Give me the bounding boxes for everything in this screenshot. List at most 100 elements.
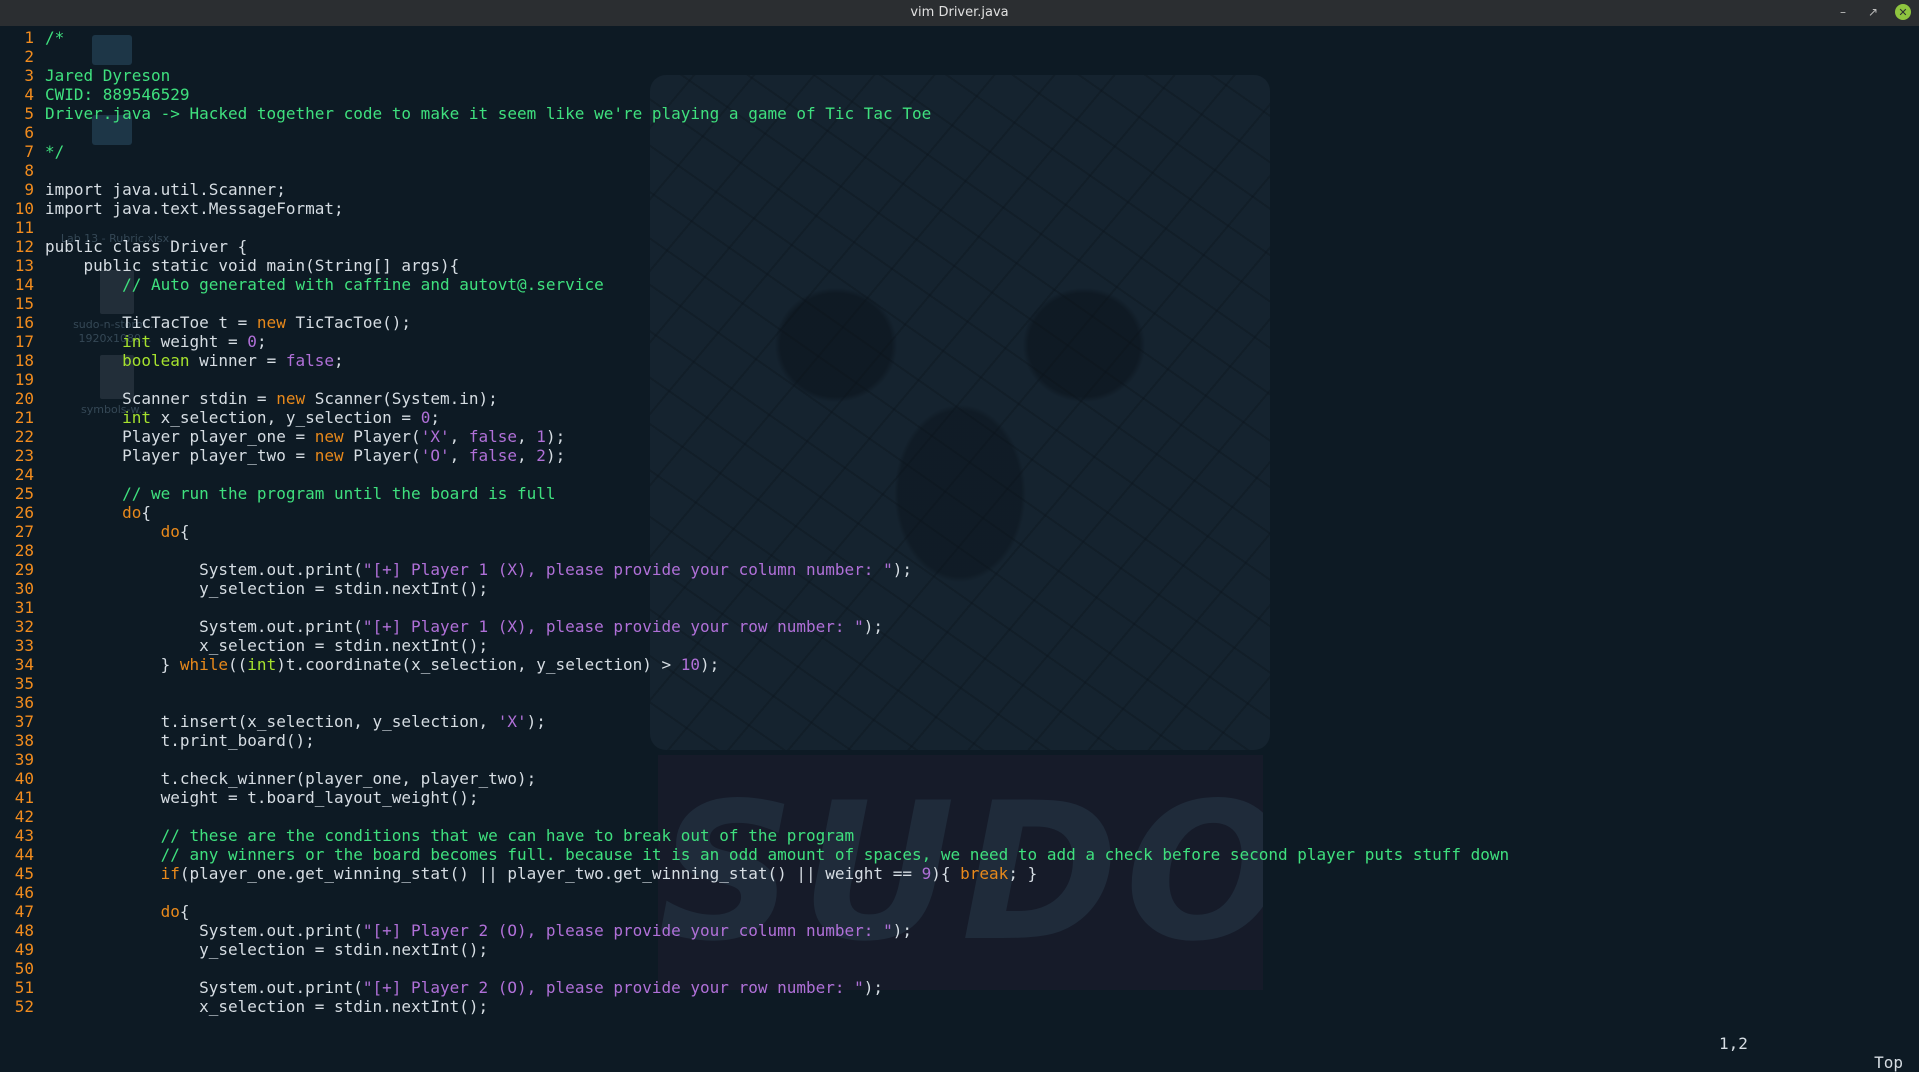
line-number: 2	[24, 47, 34, 66]
code-line[interactable]: 12 public class Driver {	[0, 237, 1919, 256]
code-token: {	[179, 522, 190, 541]
code-line[interactable]: 17 int weight = 0;	[0, 332, 1919, 351]
code-line[interactable]: 10 import java.text.MessageFormat;	[0, 199, 1919, 218]
code-token: ){	[931, 864, 961, 883]
code-line[interactable]: 28	[0, 541, 1919, 560]
code-text: weight = t.board_layout_weight();	[45, 788, 479, 807]
code-text: CWID: 889546529	[45, 85, 190, 104]
code-line[interactable]: 26 do{	[0, 503, 1919, 522]
code-line[interactable]: 39	[0, 750, 1919, 769]
code-text: /*	[45, 28, 64, 47]
code-line[interactable]: 47 do{	[0, 902, 1919, 921]
code-line[interactable]: 38 t.print_board();	[0, 731, 1919, 750]
code-line[interactable]: 8	[0, 161, 1919, 180]
code-token: ;	[334, 351, 344, 370]
code-line[interactable]: 21 int x_selection, y_selection = 0;	[0, 408, 1919, 427]
code-line[interactable]: 35	[0, 674, 1919, 693]
code-line[interactable]: 18 boolean winner = false;	[0, 351, 1919, 370]
code-line[interactable]: 2	[0, 47, 1919, 66]
code-line[interactable]: 1 /*	[0, 28, 1919, 47]
code-token: );	[892, 560, 912, 579]
code-token: x_selection, y_selection =	[150, 408, 421, 427]
line-number: 25	[14, 484, 34, 503]
code-text: public static void main(String[] args){	[45, 256, 460, 275]
code-token: 'X'	[420, 427, 450, 446]
code-token: y_selection = stdin.nextInt();	[45, 579, 489, 598]
code-text: do{	[45, 902, 190, 921]
line-number: 35	[14, 674, 34, 693]
window-title: vim Driver.java	[910, 5, 1009, 20]
code-line[interactable]: 42	[0, 807, 1919, 826]
code-text: Player player_one = new Player('X', fals…	[45, 427, 565, 446]
code-line[interactable]: 32 System.out.print("[+] Player 1 (X), p…	[0, 617, 1919, 636]
code-line[interactable]: 13 public static void main(String[] args…	[0, 256, 1919, 275]
code-line[interactable]: 9 import java.util.Scanner;	[0, 180, 1919, 199]
line-number: 13	[14, 256, 34, 275]
code-line[interactable]: 48 System.out.print("[+] Player 2 (O), p…	[0, 921, 1919, 940]
minimize-icon[interactable]: –	[1835, 4, 1851, 20]
vim-editor-buffer[interactable]: 1/* 2 3 Jared Dyreson 4 CWID: 889546529 5 Drive…	[0, 28, 1919, 1016]
code-token: );	[863, 978, 884, 997]
code-line[interactable]: 7 */	[0, 142, 1919, 161]
code-line[interactable]: 22 Player player_one = new Player('X', f…	[0, 427, 1919, 446]
code-line[interactable]: 19	[0, 370, 1919, 389]
window-titlebar[interactable]: vim Driver.java – ↗ ✕	[0, 0, 1919, 26]
code-line[interactable]: 15	[0, 294, 1919, 313]
code-line[interactable]: 52 x_selection = stdin.nextInt();	[0, 997, 1919, 1016]
code-token: "[+] Player 2 (O), please provide your c…	[362, 921, 893, 940]
line-number: 51	[14, 978, 34, 997]
close-icon[interactable]: ✕	[1895, 4, 1911, 20]
code-line[interactable]: 41 weight = t.board_layout_weight();	[0, 788, 1919, 807]
code-line[interactable]: 33 x_selection = stdin.nextInt();	[0, 636, 1919, 655]
code-token: 0	[420, 408, 431, 427]
code-token: /*	[45, 28, 65, 47]
code-line[interactable]: 30 y_selection = stdin.nextInt();	[0, 579, 1919, 598]
maximize-icon[interactable]: ↗	[1865, 4, 1881, 20]
code-line[interactable]: 49 y_selection = stdin.nextInt();	[0, 940, 1919, 959]
code-line[interactable]: 5 Driver.java -> Hacked together code to …	[0, 104, 1919, 123]
code-line[interactable]: 24	[0, 465, 1919, 484]
code-token: "[+] Player 2 (O), please provide your r…	[362, 978, 864, 997]
code-text: boolean winner = false;	[45, 351, 344, 370]
code-line[interactable]: 51 System.out.print("[+] Player 2 (O), p…	[0, 978, 1919, 997]
line-number: 48	[14, 921, 34, 940]
code-line[interactable]: 44 // any winners or the board becomes f…	[0, 845, 1919, 864]
code-line[interactable]: 45 if(player_one.get_winning_stat() || p…	[0, 864, 1919, 883]
code-line[interactable]: 6	[0, 123, 1919, 142]
code-text: Scanner stdin = new Scanner(System.in);	[45, 389, 498, 408]
code-text: TicTacToe t = new TicTacToe();	[45, 313, 411, 332]
code-token: System.out.print(	[45, 978, 363, 997]
code-line[interactable]: 4 CWID: 889546529	[0, 85, 1919, 104]
code-line[interactable]: 16 TicTacToe t = new TicTacToe();	[0, 313, 1919, 332]
code-line[interactable]: 3 Jared Dyreson	[0, 66, 1919, 85]
code-line[interactable]: 40 t.check_winner(player_one, player_two…	[0, 769, 1919, 788]
code-line[interactable]: 43 // these are the conditions that we c…	[0, 826, 1919, 845]
code-text: do{	[45, 522, 190, 541]
line-number: 28	[14, 541, 34, 560]
code-line[interactable]: 11	[0, 218, 1919, 237]
code-line[interactable]: 34 } while((int)t.coordinate(x_selection…	[0, 655, 1919, 674]
code-line[interactable]: 25 // we run the program until the board…	[0, 484, 1919, 503]
code-line[interactable]: 29 System.out.print("[+] Player 1 (X), p…	[0, 560, 1919, 579]
code-line[interactable]: 14 // Auto generated with caffine and au…	[0, 275, 1919, 294]
code-line[interactable]: 37 t.insert(x_selection, y_selection, 'X…	[0, 712, 1919, 731]
code-line[interactable]: 31	[0, 598, 1919, 617]
code-line[interactable]: 23 Player player_two = new Player('O', f…	[0, 446, 1919, 465]
code-token: weight =	[150, 332, 248, 351]
code-text: System.out.print("[+] Player 1 (X), plea…	[45, 560, 912, 579]
code-token: new	[276, 389, 306, 408]
code-line[interactable]: 50	[0, 959, 1919, 978]
code-line[interactable]: 46	[0, 883, 1919, 902]
code-token: 'O'	[420, 446, 450, 465]
code-text: System.out.print("[+] Player 2 (O), plea…	[45, 978, 883, 997]
code-token: 10	[680, 655, 701, 674]
code-line[interactable]: 36	[0, 693, 1919, 712]
code-token: 0	[247, 332, 257, 351]
code-line[interactable]: 27 do{	[0, 522, 1919, 541]
code-token: );	[545, 446, 566, 465]
code-line[interactable]: 20 Scanner stdin = new Scanner(System.in…	[0, 389, 1919, 408]
code-token: false	[468, 446, 518, 465]
